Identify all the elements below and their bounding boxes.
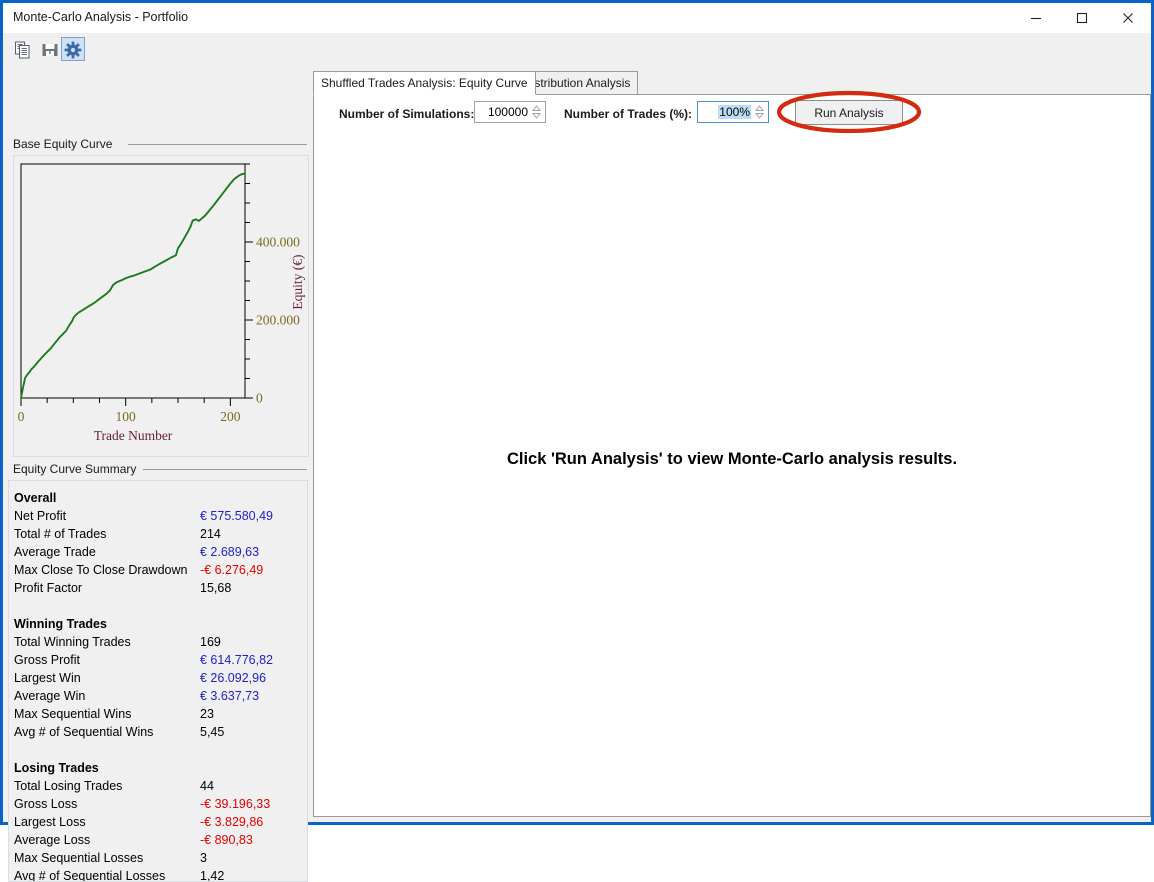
summary-row-value: € 575.580,49: [200, 509, 273, 523]
summary-row: Gross Profit € 614.776,82: [9, 653, 307, 671]
summary-row-value: 5,45: [200, 725, 225, 739]
summary-row-label: Gross Loss: [14, 797, 78, 811]
title-bar: Monte-Carlo Analysis - Portfolio: [3, 3, 1151, 33]
placeholder-message: Click 'Run Analysis' to view Monte-Carlo…: [506, 450, 958, 468]
summary-row-label: Total # of Trades: [14, 527, 107, 541]
summary-row-value: -€ 6.276,49: [200, 563, 264, 577]
summary-row-label: Max Sequential Wins: [14, 707, 132, 721]
close-icon[interactable]: [1105, 3, 1151, 33]
summary-row: Largest Win € 26.092,96: [9, 671, 307, 689]
summary-section-title: Winning Trades: [14, 617, 107, 631]
summary-row-label: Avg # of Sequential Wins: [14, 725, 154, 739]
tab-shuffled-trades-analysis[interactable]: Shuffled Trades Analysis: Equity Curve: [313, 71, 536, 95]
base-equity-curve-chart: 0 200.000 400.000 Equity (€) 0 100 200 Trade Nu…: [13, 155, 309, 457]
summary-row: Average Win € 3.637,73: [9, 689, 307, 707]
summary-row-value: 3: [200, 851, 207, 865]
x-axis-title: Trade Number: [94, 428, 173, 443]
summary-row: Total Winning Trades 169: [9, 635, 307, 653]
summary-row-value: € 26.092,96: [200, 671, 267, 685]
summary-row: Max Close To Close Drawdown -€ 6.276,49: [9, 563, 307, 581]
summary-row: Total # of Trades 214: [9, 527, 307, 545]
summary-row-value: -€ 3.829,86: [200, 815, 264, 829]
x-axis-tick-label: 100: [116, 409, 137, 424]
equity-curve-summary-panel: Overall Net Profit € 575.580,49 Total # of …: [8, 480, 308, 882]
summary-row-value: € 3.637,73: [200, 689, 260, 703]
summary-row-label: Max Close To Close Drawdown: [14, 563, 188, 577]
chart-group-title: Base Equity Curve: [13, 137, 119, 151]
summary-row-value: 44: [200, 779, 214, 793]
equity-chart-svg: 0 200.000 400.000 Equity (€) 0 100 200 Trade Nu…: [18, 163, 305, 443]
y-axis-tick-label: 200.000: [256, 313, 300, 328]
plot-frame: [20, 163, 246, 399]
summary-row-label: Average Loss: [14, 833, 91, 847]
summary-row-label: Total Winning Trades: [14, 635, 131, 649]
summary-row: Gross Loss -€ 39.196,33: [9, 797, 307, 815]
summary-row-label: Largest Win: [14, 671, 81, 685]
tab-content-panel: Number of Simulations: 100000 Number of …: [313, 90, 1151, 817]
run-analysis-button[interactable]: Run Analysis: [795, 100, 903, 125]
simulations-stepper[interactable]: 100000: [474, 101, 546, 123]
summary-row-value: 23: [200, 707, 214, 721]
simulations-input-value[interactable]: 100000: [488, 105, 528, 119]
summary-row: Largest Loss -€ 3.829,86: [9, 815, 307, 833]
simulations-label: Number of Simulations:: [339, 107, 475, 121]
summary-row-value: 169: [200, 635, 221, 649]
trades-percent-stepper[interactable]: 100%: [697, 101, 769, 123]
save-icon[interactable]: [38, 37, 62, 61]
summary-row-value: € 2.689,63: [200, 545, 260, 559]
summary-row: Average Loss -€ 890,83: [9, 833, 307, 851]
x-axis-tick-label: 0: [18, 409, 25, 424]
summary-row: Max Sequential Wins 23: [9, 707, 307, 725]
chart-group-divider: [128, 144, 307, 145]
summary-row-value: -€ 39.196,33: [200, 797, 271, 811]
y-axis-tick-label: 0: [256, 391, 263, 406]
summary-row-label: Largest Loss: [14, 815, 86, 829]
summary-group-divider: [143, 469, 307, 470]
summary-row-value: -€ 890,83: [200, 833, 253, 847]
minimize-icon[interactable]: [1013, 3, 1059, 33]
summary-row-label: Average Trade: [14, 545, 96, 559]
summary-row-value: 15,68: [200, 581, 232, 595]
summary-row-value: € 614.776,82: [200, 653, 273, 667]
window-title: Monte-Carlo Analysis - Portfolio: [13, 10, 189, 24]
summary-row-label: Max Sequential Losses: [14, 851, 144, 865]
summary-row-label: Gross Profit: [14, 653, 80, 667]
summary-row: Avg # of Sequential Wins 5,45: [9, 725, 307, 743]
summary-row-label: Avg # of Sequential Losses: [14, 869, 166, 882]
settings-gear-icon[interactable]: [61, 37, 85, 61]
summary-row: Average Trade € 2.689,63: [9, 545, 307, 563]
application-window: Monte-Carlo Analysis - Portfolio Base Eq…: [0, 0, 1154, 882]
summary-row-label: Net Profit: [14, 509, 67, 523]
summary-row-value: 1,42: [200, 869, 225, 882]
summary-section-title: Losing Trades: [14, 761, 99, 775]
summary-row: Profit Factor 15,68: [9, 581, 307, 599]
summary-row: Avg # of Sequential Losses 1,42: [9, 869, 307, 882]
tab-strip: Shuffled Trades Analysis: Equity Curve D…: [313, 71, 1151, 95]
simulations-spin-arrows[interactable]: [530, 103, 543, 121]
trades-percent-label: Number of Trades (%):: [564, 107, 693, 121]
summary-row-value: 214: [200, 527, 221, 541]
toolbar: [3, 33, 1151, 65]
maximize-icon[interactable]: [1059, 3, 1105, 33]
x-axis-tick-label: 200: [220, 409, 241, 424]
summary-row: Net Profit € 575.580,49: [9, 509, 307, 527]
left-pane: Base Equity Curve 0 200.000 400.000 Equity …: [3, 65, 311, 882]
summary-row-label: Average Win: [14, 689, 86, 703]
summary-group-title: Equity Curve Summary: [13, 462, 143, 476]
y-axis-title: Equity (€): [290, 254, 305, 309]
summary-row-label: Total Losing Trades: [14, 779, 123, 793]
summary-row: Max Sequential Losses 3: [9, 851, 307, 869]
summary-row: Total Losing Trades 44: [9, 779, 307, 797]
copy-icon[interactable]: [11, 37, 35, 61]
summary-section-title: Overall: [14, 491, 57, 505]
trades-percent-input-value[interactable]: 100%: [718, 105, 751, 119]
trades-percent-spin-arrows[interactable]: [753, 103, 766, 121]
y-axis-tick-label: 400.000: [256, 235, 300, 250]
summary-row-label: Profit Factor: [14, 581, 83, 595]
